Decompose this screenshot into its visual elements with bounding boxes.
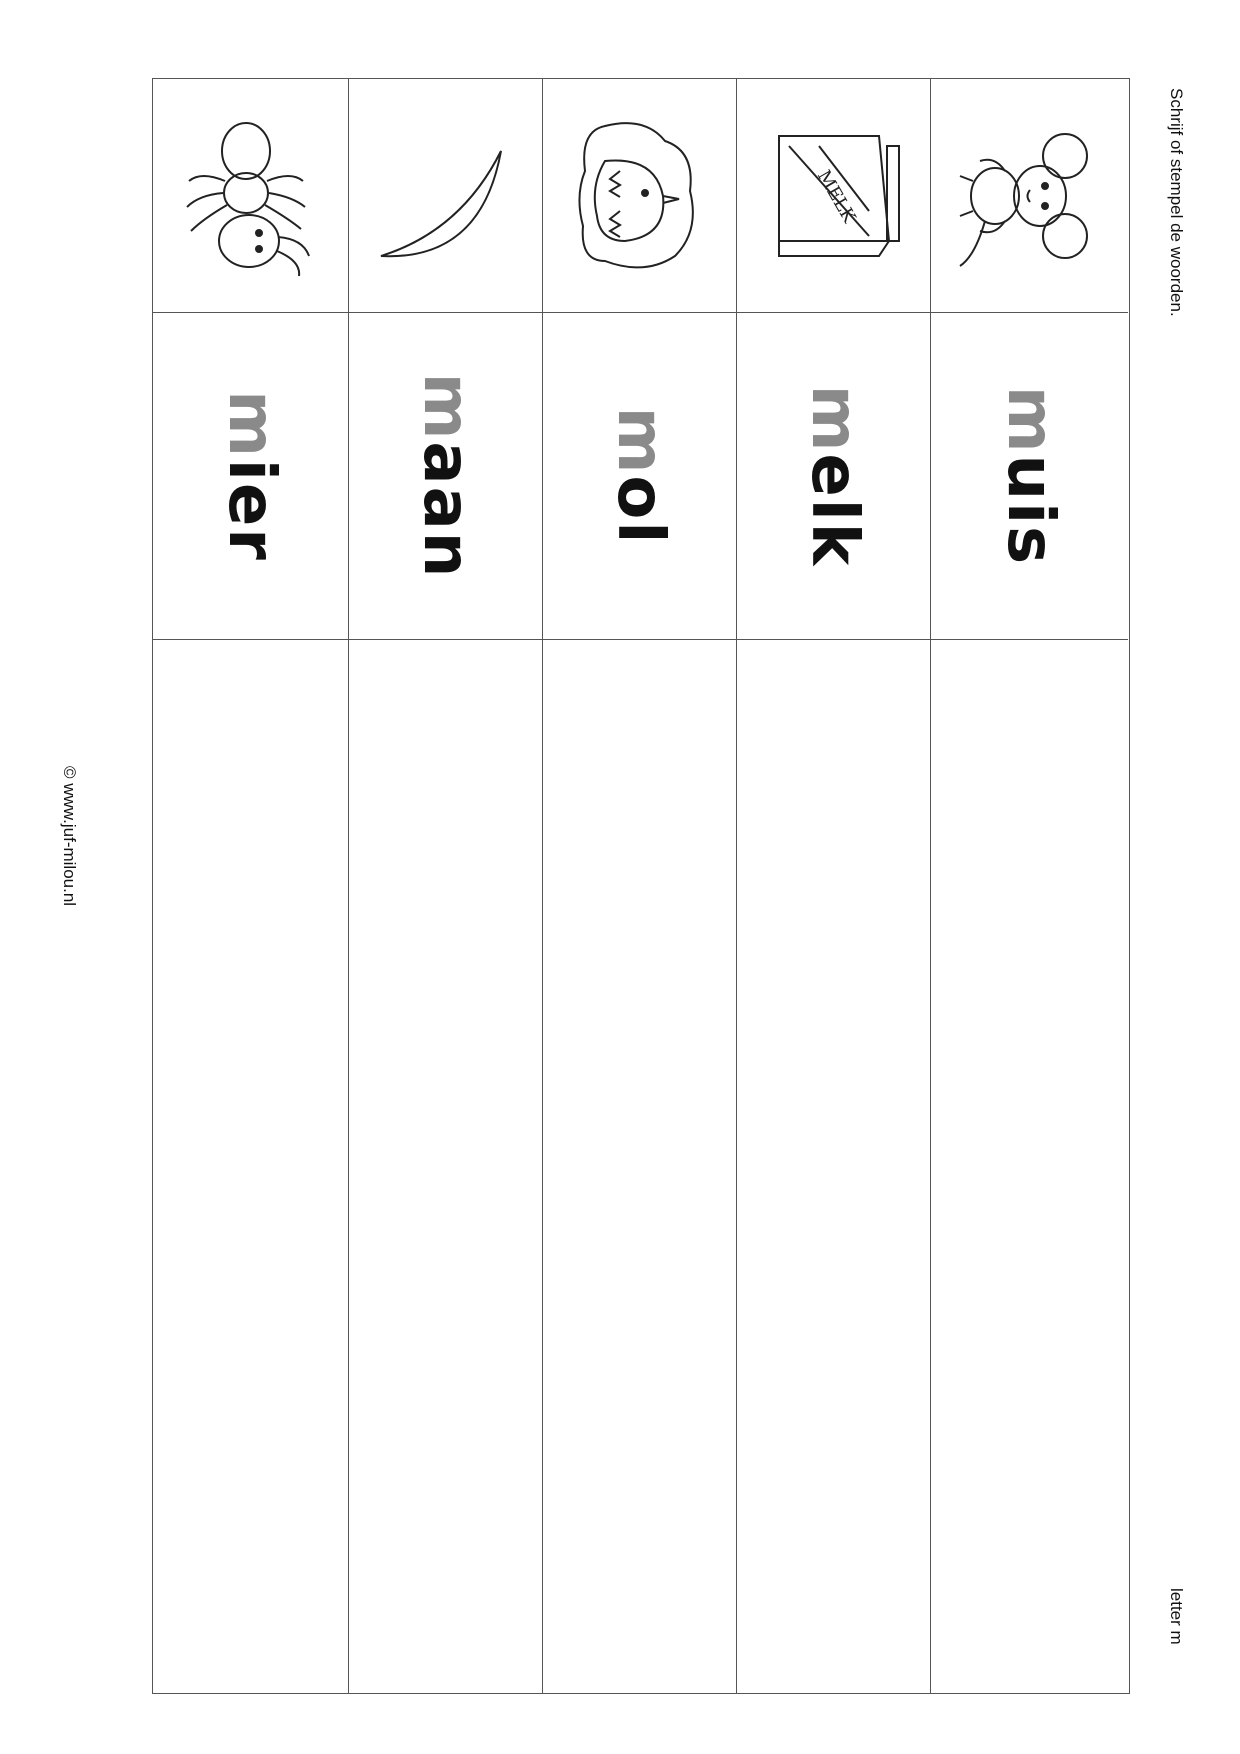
word-rest: aan — [408, 441, 483, 580]
writing-area-muis[interactable] — [931, 640, 1128, 1693]
picture-cell — [931, 79, 1128, 313]
mouse-icon — [955, 116, 1105, 276]
row-maan: maan — [348, 79, 542, 1693]
row-muis: muis — [930, 79, 1128, 1693]
picture-cell — [543, 79, 736, 313]
mole-icon — [565, 111, 715, 281]
word-first-letter: m — [213, 390, 288, 459]
row-mol: mol — [542, 79, 736, 1693]
picture-cell — [349, 79, 542, 313]
word-cell: melk — [737, 313, 930, 640]
worksheet-grid: mier maan mol MELK melk muis — [152, 78, 1130, 1694]
word-mol: mol — [603, 407, 677, 546]
word-first-letter: m — [602, 406, 677, 476]
word-cell: mier — [153, 313, 348, 640]
moon-icon — [371, 121, 521, 271]
word-rest: elk — [796, 453, 871, 568]
word-cell: muis — [931, 313, 1128, 640]
milk-carton-label: MELK — [812, 166, 859, 226]
word-first-letter: m — [796, 384, 871, 454]
word-rest: ier — [213, 458, 288, 562]
letter-label: letter m — [1167, 1588, 1186, 1645]
writing-area-mol[interactable] — [543, 640, 736, 1693]
writing-area-mier[interactable] — [153, 640, 348, 1693]
word-maan: maan — [409, 373, 483, 580]
word-muis: muis — [993, 386, 1067, 566]
row-melk: MELK melk — [736, 79, 930, 1693]
word-cell: mol — [543, 313, 736, 640]
row-mier: mier — [153, 79, 348, 1693]
writing-area-maan[interactable] — [349, 640, 542, 1693]
word-rest: uis — [992, 454, 1067, 567]
picture-cell: MELK — [737, 79, 930, 313]
word-rest: ol — [602, 475, 677, 546]
word-first-letter: m — [408, 372, 483, 442]
instruction-text: Schrijf of stempel de woorden. — [1167, 88, 1186, 317]
writing-area-melk[interactable] — [737, 640, 930, 1693]
milk-carton-icon: MELK — [759, 116, 909, 276]
ant-icon — [181, 111, 321, 281]
word-melk: melk — [797, 385, 871, 568]
word-cell: maan — [349, 313, 542, 640]
word-mier: mier — [214, 390, 288, 562]
word-first-letter: m — [992, 385, 1067, 455]
copyright-text: © www.juf-milou.nl — [60, 766, 79, 907]
picture-cell — [153, 79, 348, 313]
